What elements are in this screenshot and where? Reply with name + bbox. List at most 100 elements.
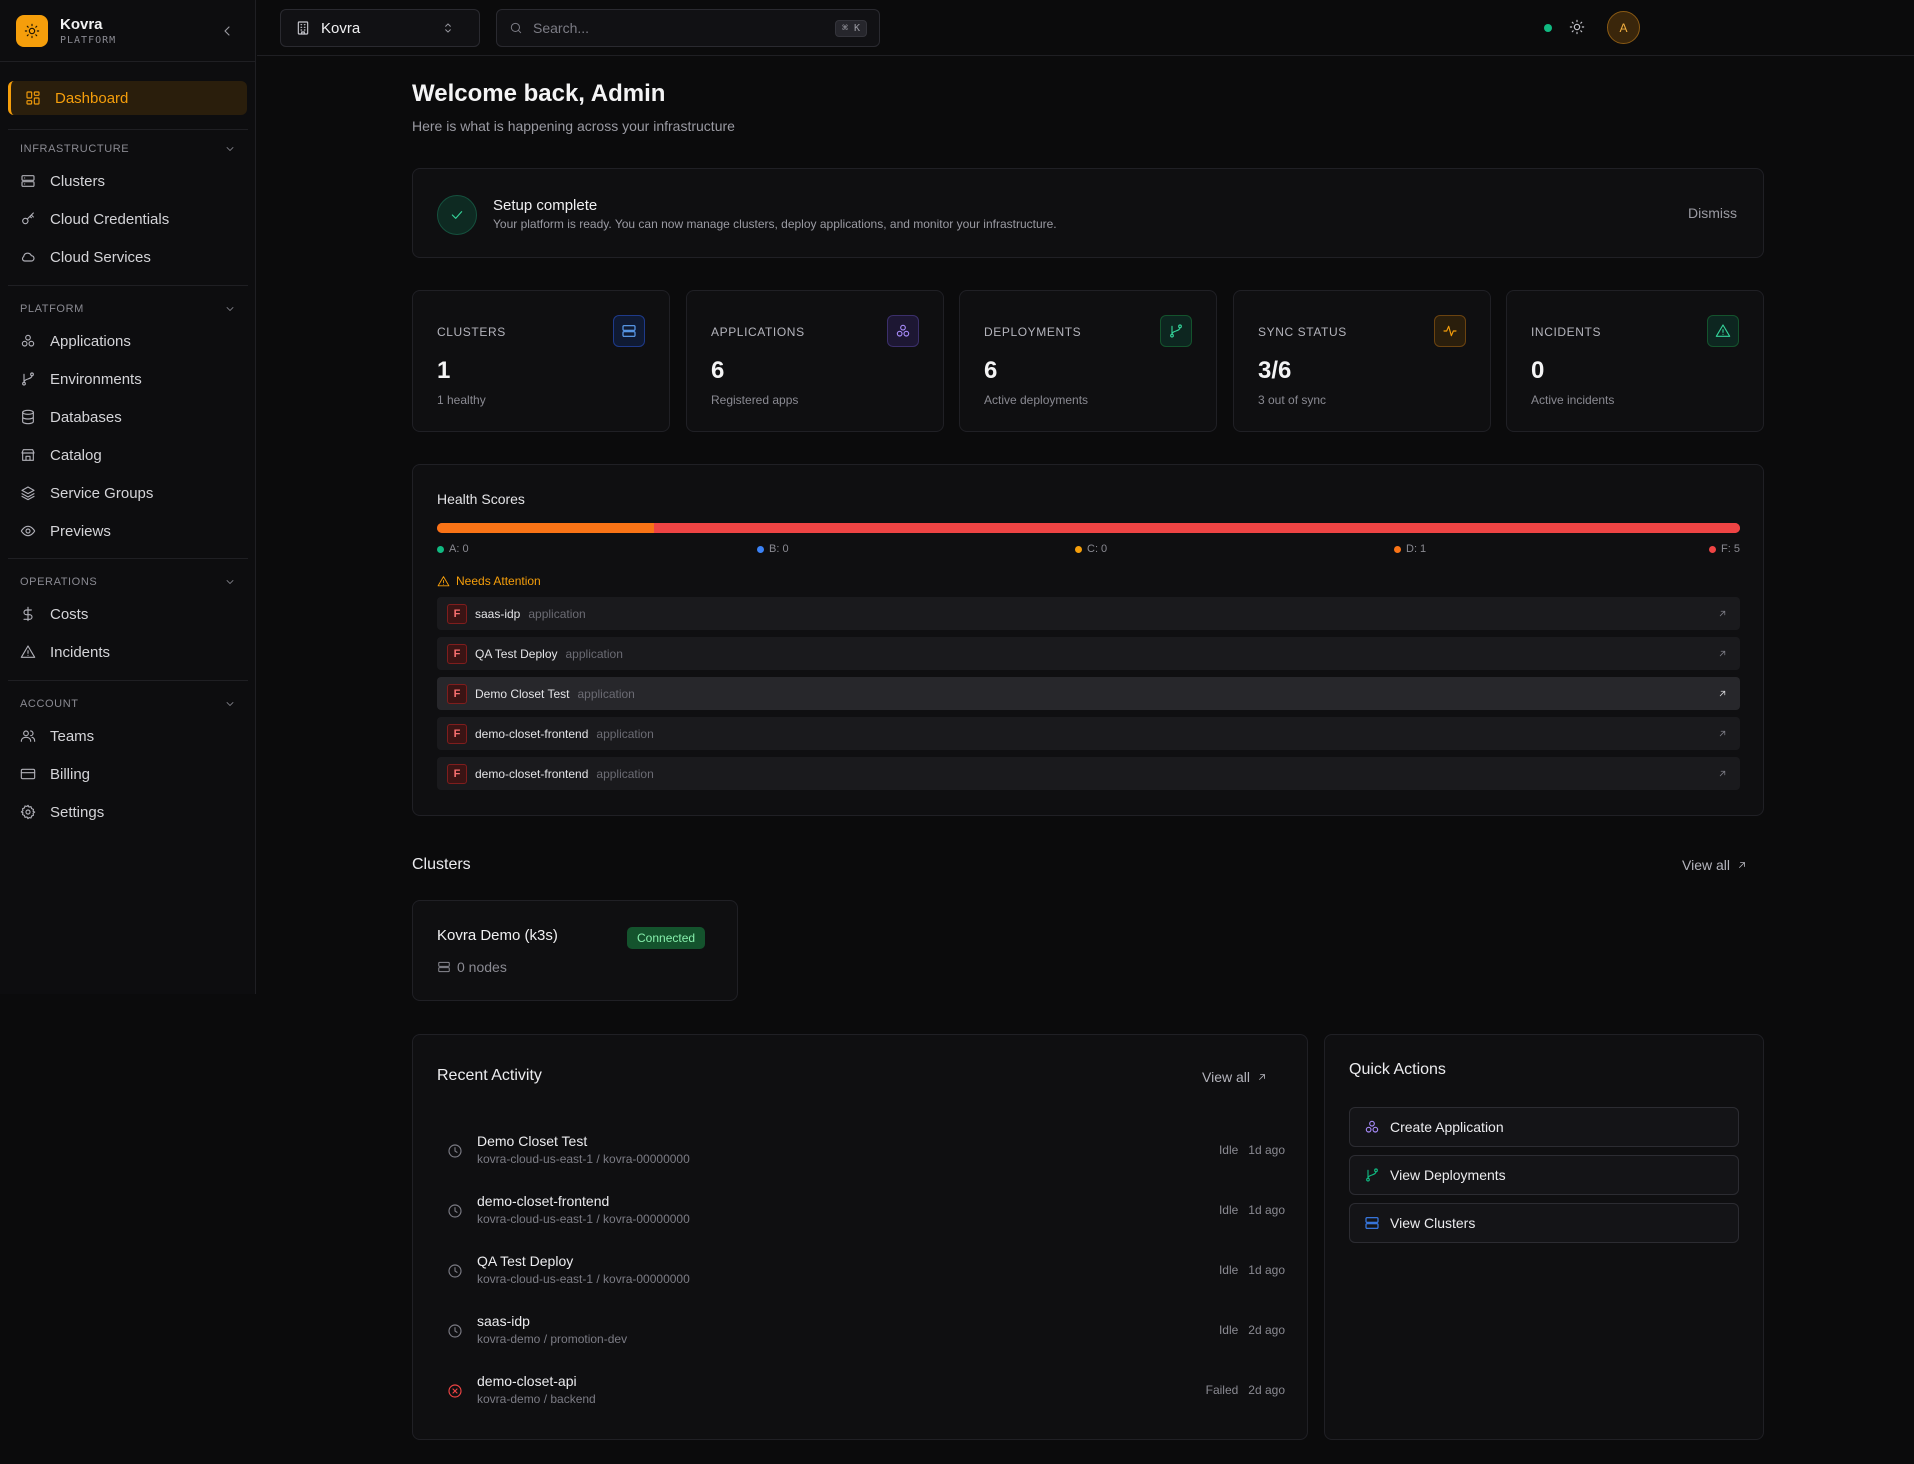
- grade-badge: F: [447, 643, 467, 664]
- arrow-up-right-icon: [1739, 862, 1745, 868]
- grade-badge: F: [447, 763, 467, 784]
- org-selector[interactable]: Kovra: [280, 9, 480, 47]
- section-header-platform[interactable]: PLATFORM: [0, 300, 256, 318]
- sidebar-item-teams[interactable]: Teams: [0, 717, 256, 755]
- activity-item[interactable]: QA Test Deploy kovra-cloud-us-east-1 / k…: [437, 1251, 1285, 1291]
- activity-status: Idle: [1218, 1143, 1239, 1157]
- sidebar-item-previews[interactable]: Previews: [0, 512, 256, 550]
- stat-card-clusters[interactable]: CLUSTERS 1 1 healthy: [412, 290, 670, 432]
- divider: [8, 680, 248, 681]
- stat-label: SYNC STATUS: [1258, 325, 1347, 339]
- stat-subtext: Active incidents: [1531, 393, 1615, 407]
- attention-item[interactable]: F demo-closet-frontend application: [437, 757, 1740, 790]
- org-name: Kovra: [321, 19, 361, 37]
- credit-card-icon: [20, 768, 36, 780]
- sidebar-item-cloud-services[interactable]: Cloud Services: [0, 238, 256, 276]
- gear-icon: [20, 804, 36, 820]
- sun-icon: [1569, 19, 1585, 35]
- sidebar-item-settings[interactable]: Settings: [0, 793, 256, 831]
- brand-subtitle: PLATFORM: [60, 34, 117, 46]
- section-header-infrastructure[interactable]: INFRASTRUCTURE: [0, 140, 256, 158]
- attention-item-name: saas-idp: [475, 606, 521, 621]
- section-title: INFRASTRUCTURE: [20, 143, 130, 155]
- sidebar-item-dashboard[interactable]: Dashboard: [8, 81, 247, 115]
- sidebar-item-cloud-credentials[interactable]: Cloud Credentials: [0, 200, 256, 238]
- status-badge: Connected: [627, 927, 706, 949]
- attention-item[interactable]: F Demo Closet Test application: [437, 677, 1740, 710]
- avatar[interactable]: A: [1607, 11, 1640, 44]
- stat-card-incidents[interactable]: INCIDENTS 0 Active incidents: [1506, 290, 1764, 432]
- view-clusters-button[interactable]: View Clusters: [1349, 1203, 1739, 1243]
- activity-name: demo-closet-frontend: [477, 1193, 610, 1209]
- search-placeholder: Search...: [533, 20, 590, 36]
- sidebar-item-label: Environments: [50, 370, 142, 388]
- grade-badge: F: [447, 683, 467, 704]
- sidebar-item-incidents[interactable]: Incidents: [0, 633, 256, 671]
- needs-attention-title: Needs Attention: [437, 574, 541, 588]
- sidebar-item-applications[interactable]: Applications: [0, 322, 256, 360]
- sidebar-item-label: Applications: [50, 332, 131, 350]
- health-scores-card: Health Scores A: 0 B: 0 C: 0 D: 1 F: 5 N…: [412, 464, 1764, 816]
- sidebar-item-label: Cloud Credentials: [50, 210, 170, 228]
- attention-item[interactable]: F QA Test Deploy application: [437, 637, 1740, 670]
- search-input[interactable]: Search... ⌘ K: [496, 9, 880, 47]
- stat-value: 0: [1531, 357, 1545, 384]
- section-title: OPERATIONS: [20, 576, 98, 588]
- stat-card-deployments[interactable]: DEPLOYMENTS 6 Active deployments: [959, 290, 1217, 432]
- search-icon: [510, 22, 522, 34]
- sidebar-item-billing[interactable]: Billing: [0, 755, 256, 793]
- activity-path: kovra-cloud-us-east-1 / kovra-00000000: [477, 1212, 690, 1226]
- attention-item[interactable]: F saas-idp application: [437, 597, 1740, 630]
- section-header-operations[interactable]: OPERATIONS: [0, 573, 256, 591]
- dismiss-button[interactable]: Dismiss: [1688, 205, 1737, 221]
- sidebar-item-service-groups[interactable]: Service Groups: [0, 474, 256, 512]
- activity-status: Idle: [1218, 1263, 1239, 1277]
- section-title: PLATFORM: [20, 303, 84, 315]
- activity-view-all-link[interactable]: View all: [1202, 1069, 1268, 1085]
- attention-item-type: application: [596, 766, 654, 781]
- theme-toggle-button[interactable]: [1569, 19, 1585, 35]
- stat-card-applications[interactable]: APPLICATIONS 6 Registered apps: [686, 290, 944, 432]
- attention-item-name: Demo Closet Test: [475, 686, 570, 701]
- sidebar-item-catalog[interactable]: Catalog: [0, 436, 256, 474]
- legend-grade-f: F: 5: [1709, 543, 1740, 555]
- collapse-sidebar-button[interactable]: [215, 19, 239, 43]
- activity-item[interactable]: demo-closet-frontend kovra-cloud-us-east…: [437, 1191, 1285, 1231]
- clusters-view-all-link[interactable]: View all: [1682, 857, 1748, 873]
- stat-label: CLUSTERS: [437, 325, 506, 339]
- sidebar-item-label: Databases: [50, 408, 122, 426]
- legend-grade-c: C: 0: [1075, 543, 1107, 555]
- activity-item[interactable]: Demo Closet Test kovra-cloud-us-east-1 /…: [437, 1131, 1285, 1171]
- dashboard-icon: [26, 91, 40, 105]
- sidebar-item-environments[interactable]: Environments: [0, 360, 256, 398]
- attention-item[interactable]: F demo-closet-frontend application: [437, 717, 1740, 750]
- activity-item[interactable]: demo-closet-api kovra-demo / backend Fai…: [437, 1371, 1285, 1411]
- recent-activity-card: Recent Activity View all Demo Closet Tes…: [412, 1034, 1308, 1440]
- cluster-card[interactable]: Kovra Demo (k3s) Connected 0 nodes: [412, 900, 738, 1001]
- stat-card-sync-status[interactable]: SYNC STATUS 3/6 3 out of sync: [1233, 290, 1491, 432]
- topbar: Kovra Search... ⌘ K: [257, 0, 1914, 56]
- sidebar-item-clusters[interactable]: Clusters: [0, 162, 256, 200]
- activity-time: 2d ago: [1248, 1383, 1285, 1397]
- sun-logo-icon: [16, 14, 48, 47]
- view-deployments-button[interactable]: View Deployments: [1349, 1155, 1739, 1195]
- stat-subtext: Registered apps: [711, 393, 799, 407]
- clusters-section-title: Clusters: [412, 856, 471, 873]
- create-application-button[interactable]: Create Application: [1349, 1107, 1739, 1147]
- clock-icon: [447, 1143, 463, 1159]
- sidebar-item-databases[interactable]: Databases: [0, 398, 256, 436]
- health-title: Health Scores: [437, 491, 525, 507]
- search-shortcut: ⌘ K: [834, 19, 867, 37]
- setup-description: Your platform is ready. You can now mana…: [493, 217, 1057, 231]
- dollar-icon: [23, 606, 33, 622]
- chevron-down-icon: [226, 580, 234, 584]
- activity-item[interactable]: saas-idp kovra-demo / promotion-dev Idle…: [437, 1311, 1285, 1351]
- sidebar-item-costs[interactable]: Costs: [0, 595, 256, 633]
- nav-section-operations: OPERATIONS Costs Incidents: [0, 573, 256, 671]
- sidebar-item-label: Catalog: [50, 446, 102, 464]
- section-title: ACCOUNT: [20, 698, 79, 710]
- attention-item-type: application: [596, 726, 654, 741]
- chevron-left-icon: [224, 25, 230, 36]
- attention-item-type: application: [577, 686, 635, 701]
- section-header-account[interactable]: ACCOUNT: [0, 695, 256, 713]
